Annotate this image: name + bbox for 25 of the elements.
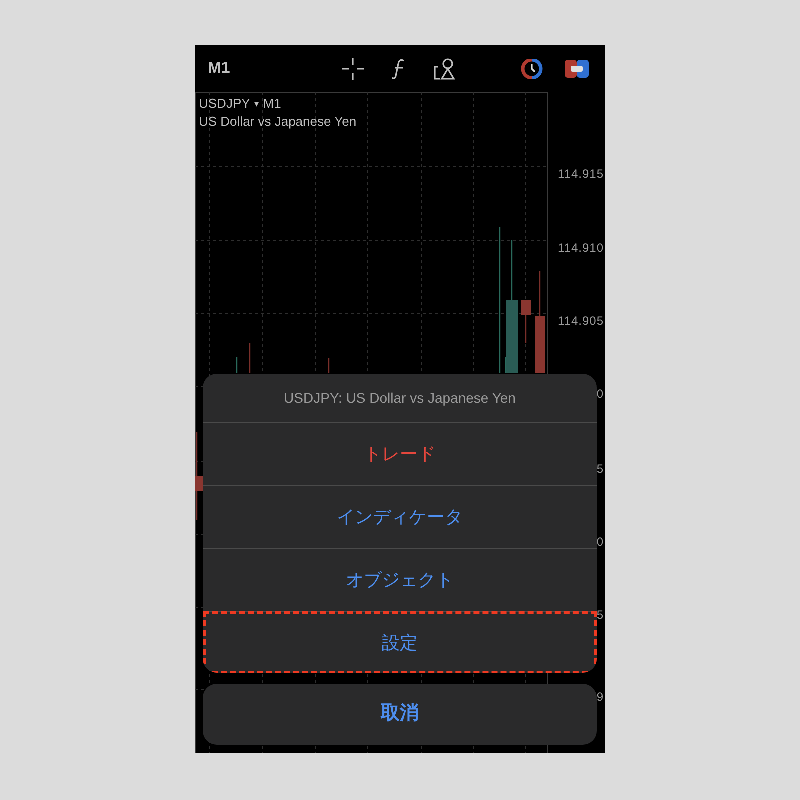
clock-icon[interactable] bbox=[520, 59, 544, 79]
price-label: 5 bbox=[596, 462, 604, 476]
menu-item[interactable]: 設定 bbox=[203, 611, 597, 673]
toggle-icon[interactable] bbox=[565, 60, 589, 78]
price-label: 114.910 bbox=[558, 241, 604, 255]
menu-item[interactable]: オブジェクト bbox=[203, 548, 597, 611]
sheet-title: USDJPY: US Dollar vs Japanese Yen bbox=[283, 388, 517, 408]
chart-timeframe: M1 bbox=[263, 95, 282, 113]
price-label: 114.905 bbox=[558, 314, 604, 328]
timeframe-label[interactable]: M1 bbox=[208, 56, 230, 80]
price-label: 5 bbox=[596, 608, 604, 622]
menu-item[interactable]: トレード bbox=[203, 422, 597, 485]
crosshair-icon[interactable] bbox=[342, 58, 364, 80]
function-icon[interactable] bbox=[392, 58, 406, 80]
cancel-button[interactable]: 取消 bbox=[203, 684, 597, 745]
shapes-icon[interactable] bbox=[434, 58, 456, 80]
price-label: 0 bbox=[596, 535, 604, 549]
price-label: 9 bbox=[596, 690, 604, 704]
menu-item[interactable]: インディケータ bbox=[203, 485, 597, 548]
symbol-description: US Dollar vs Japanese Yen bbox=[199, 113, 357, 131]
price-label: 0 bbox=[596, 387, 604, 401]
caret-icon[interactable]: ▾ bbox=[254, 95, 260, 113]
price-label: 114.915 bbox=[558, 167, 604, 181]
symbol-label[interactable]: USDJPY bbox=[199, 95, 250, 113]
candle bbox=[521, 300, 531, 343]
